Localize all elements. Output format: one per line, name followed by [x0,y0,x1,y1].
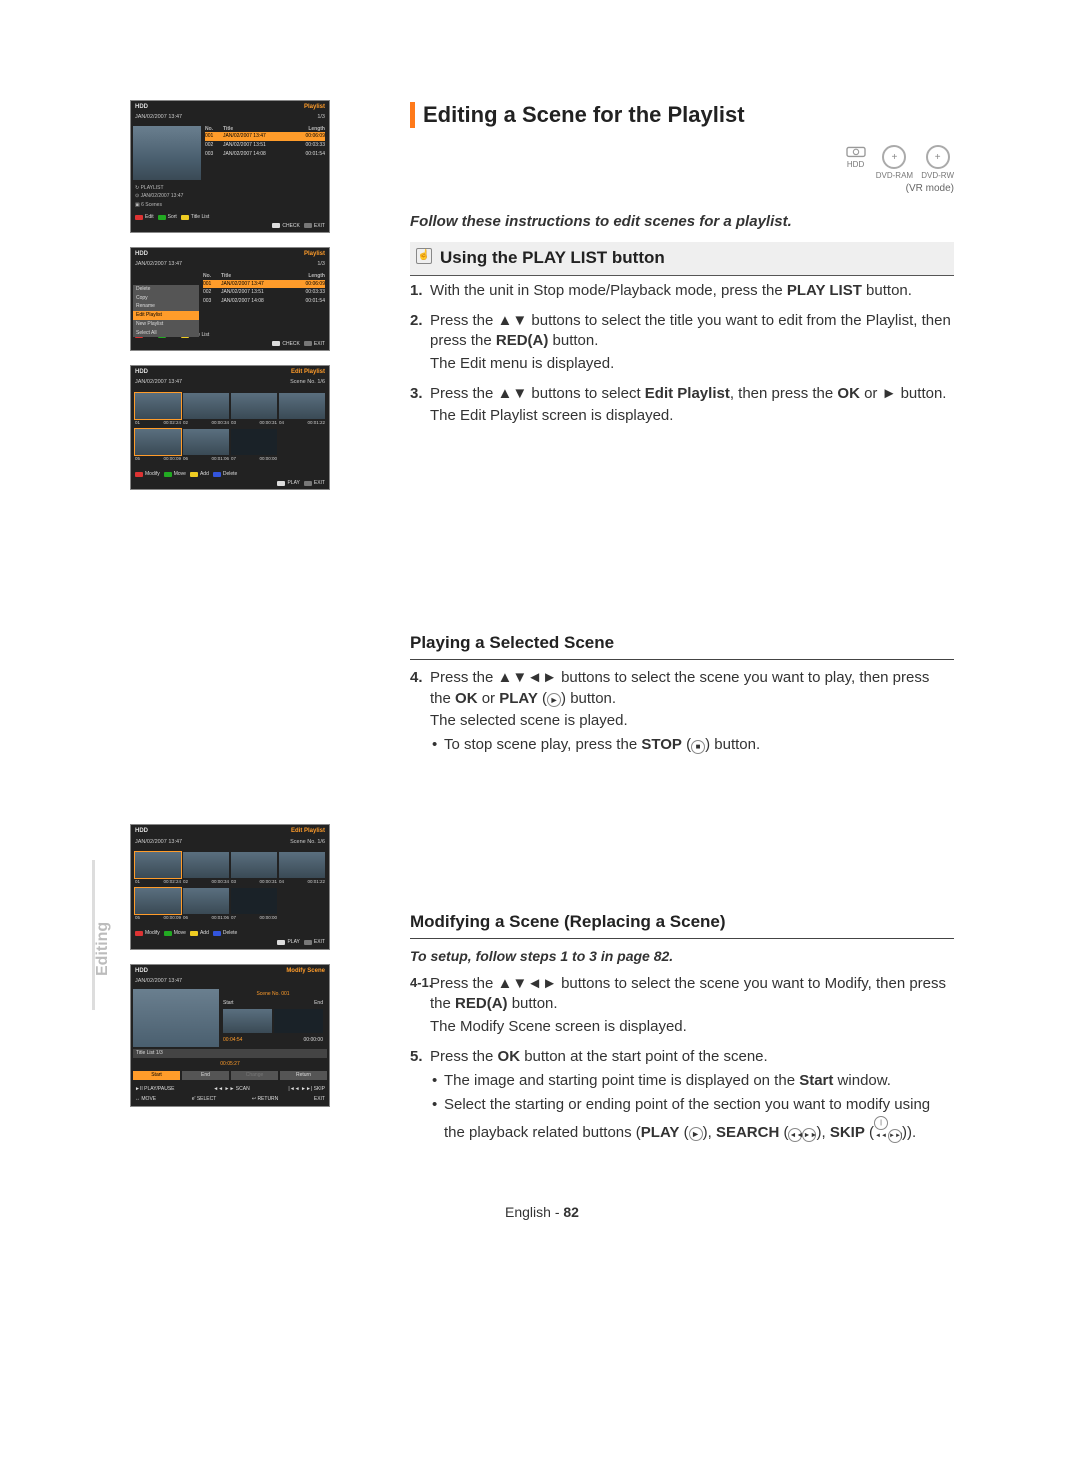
step-1: 1. With the unit in Stop mode/Playback m… [410,281,954,301]
osd-context-menu: Delete Copy Rename Edit Playlist New Pla… [133,285,199,338]
main-heading: Editing a Scene for the Playlist [410,100,954,130]
heading-playing-selected-scene: Playing a Selected Scene [410,632,954,660]
osd-playlist-label: Playlist [304,103,325,111]
step-4: 4. Press the ▲▼◄► buttons to select the … [410,668,954,755]
device-icons: HDD +DVD-RAM +DVD-RW [840,140,954,183]
skip-back-icon: |◄◄ [874,1116,888,1130]
sub-heading-playlist-button: ☝ Using the PLAY LIST button [410,242,954,275]
hand-icon: ☝ [416,248,432,264]
step-3: 3. Press the ▲▼ buttons to select Edit P… [410,384,954,427]
osd-hdd: HDD [135,103,148,111]
sub-heading-text: Using the PLAY LIST button [440,248,665,267]
play-icon: ► [689,1127,703,1141]
osd-playlist-edit-menu: HDD Playlist JAN/02/2007 13:47 1/3 Delet… [130,247,330,351]
stop-icon: ■ [691,740,705,754]
main-heading-text: Editing a Scene for the Playlist [423,100,745,130]
step-2: 2. Press the ▲▼ buttons to select the ti… [410,311,954,374]
follow-instructions: Follow these instructions to edit scenes… [410,212,954,232]
search-back-icon: ◄◄ [788,1128,802,1142]
vr-mode-label: (VR mode) [410,182,954,196]
footer: English - 82 [130,1203,954,1222]
dvd-ram-icon: +DVD-RAM [876,145,913,182]
steps-modify: 4-1. Press the ▲▼◄► buttons to select th… [410,974,954,1143]
osd-modify-scene: HDD Modify Scene JAN/02/2007 13:47 Scene… [130,964,330,1108]
play-icon: ► [547,693,561,707]
hdd-icon: HDD [844,140,868,171]
steps-playlist: 1. With the unit in Stop mode/Playback m… [410,281,954,427]
dvd-rw-icon: +DVD-RW [921,145,954,182]
step-4-1: 4-1. Press the ▲▼◄► buttons to select th… [410,974,954,1037]
osd-date: JAN/02/2007 13:47 [135,114,182,121]
right-column: Editing a Scene for the Playlist HDD +DV… [410,100,954,1153]
osd-row-3: 003JAN/02/2007 14:0800:01:54 [205,150,325,159]
osd-playlist: HDD Playlist JAN/02/2007 13:47 1/3 No. T… [130,100,330,233]
side-tab: Editing [90,910,116,980]
osd-edit-playlist-grid: HDD Edit Playlist JAN/02/2007 13:47 Scen… [130,365,330,490]
skip-fwd-icon: ►►| [888,1129,902,1143]
osd-preview-thumb [133,126,201,180]
osd-count: 1/3 [317,114,325,121]
setup-note: To setup, follow steps 1 to 3 in page 82… [410,947,954,966]
step-5: 5. Press the OK button at the start poin… [410,1047,954,1143]
search-fwd-icon: ►► [802,1128,816,1142]
osd-row-2: 002JAN/02/2007 13:5100:03:33 [205,141,325,150]
osd-row-1: 001JAN/02/2007 13:4700:06:09 [205,132,325,141]
osd-edit-playlist-grid-2: HDD Edit Playlist JAN/02/2007 13:47 Scen… [130,824,330,949]
page: Editing HDD Playlist JAN/02/2007 13:47 1… [130,100,954,1153]
section-marker [410,102,415,128]
left-column: Editing HDD Playlist JAN/02/2007 13:47 1… [130,100,370,1153]
steps-playing: 4. Press the ▲▼◄► buttons to select the … [410,668,954,755]
heading-modifying-scene: Modifying a Scene (Replacing a Scene) [410,911,954,939]
